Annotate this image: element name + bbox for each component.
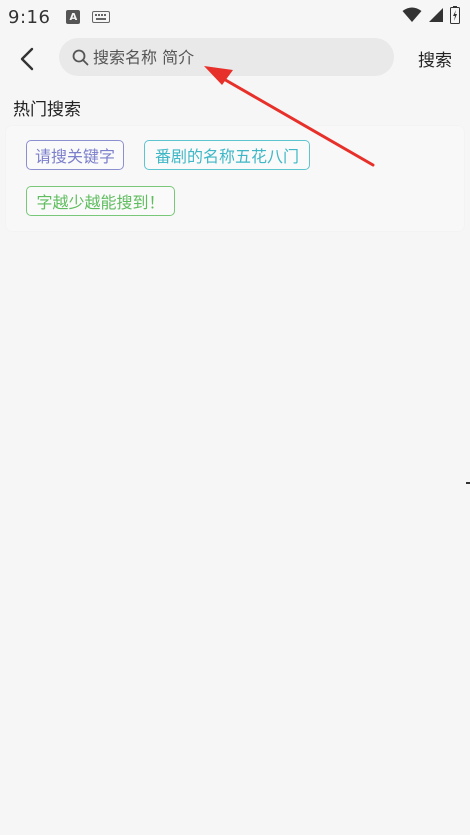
battery-icon — [450, 6, 460, 28]
chevron-left-icon — [20, 47, 34, 71]
signal-icon — [428, 7, 444, 27]
hot-search-title: 热门搜索 — [13, 100, 81, 120]
hot-tag-item[interactable]: 番剧的名称五花八门 — [144, 140, 310, 170]
hot-tag-item[interactable]: 字越少越能搜到！ — [26, 186, 175, 216]
edge-mark — [466, 482, 470, 484]
status-right-icons — [402, 6, 460, 28]
search-button[interactable]: 搜索 — [418, 46, 452, 71]
keyboard-icon — [92, 8, 111, 27]
status-left-icons: A — [66, 8, 111, 27]
search-header: 搜索 — [0, 36, 470, 80]
status-time: 9:16 — [8, 6, 51, 28]
a-notification-icon: A — [66, 10, 81, 24]
wifi-icon — [402, 7, 422, 27]
search-icon — [71, 48, 89, 66]
search-box[interactable] — [59, 38, 394, 76]
hot-tag-item[interactable]: 请搜关键字 — [26, 140, 124, 170]
back-button[interactable] — [12, 44, 42, 74]
status-bar: 9:16 A — [0, 0, 470, 34]
hot-search-tags: 请搜关键字 番剧的名称五花八门 字越少越能搜到！ — [6, 126, 464, 231]
search-input[interactable] — [93, 47, 383, 67]
